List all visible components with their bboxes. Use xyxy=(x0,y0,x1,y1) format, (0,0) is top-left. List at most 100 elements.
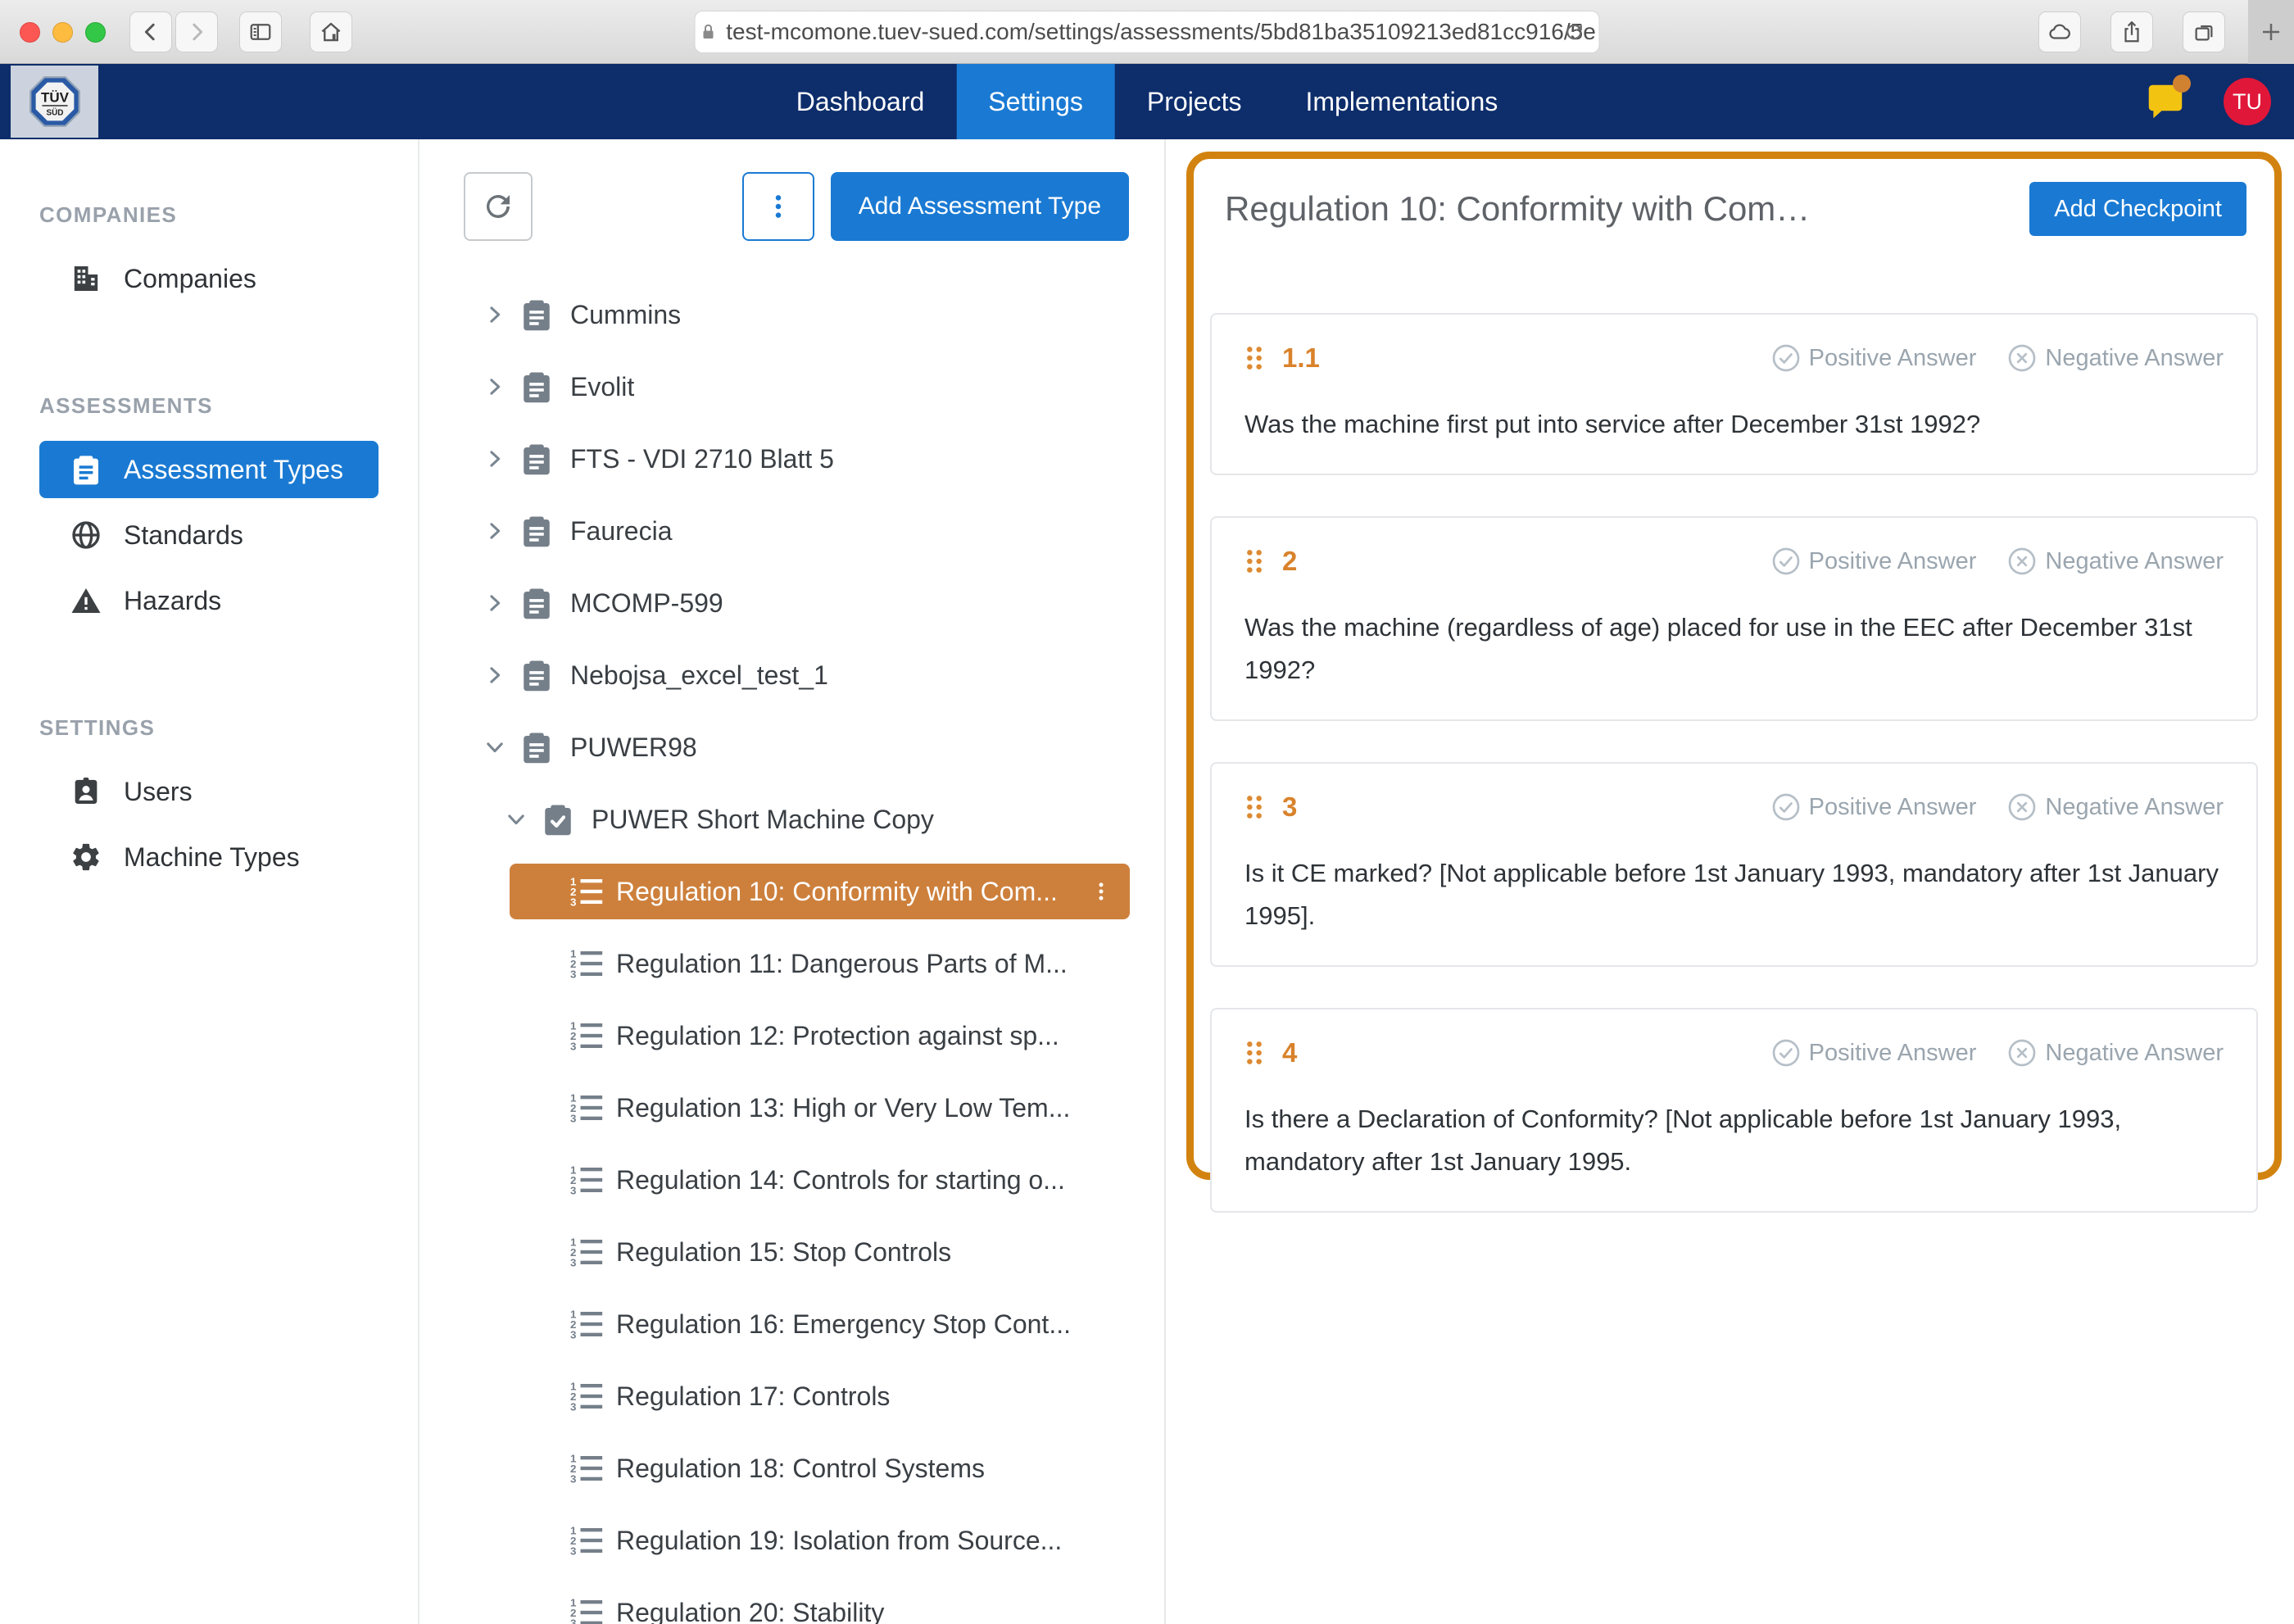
checkpoint-panel: Regulation 10: Conformity with Com… Add … xyxy=(1166,139,2294,1624)
nav-settings[interactable]: Settings xyxy=(956,64,1115,139)
section-title-settings: SETTINGS xyxy=(39,715,418,741)
positive-answer-badge[interactable]: Positive Answer xyxy=(1771,1038,1977,1068)
tree-item-cummins[interactable]: Cummins xyxy=(419,279,1164,351)
check-circle-icon xyxy=(1771,1038,1801,1068)
sidebar-item-label: Assessment Types xyxy=(124,455,343,485)
app-header: TÜV SÜD Dashboard Settings Projects Impl… xyxy=(0,64,2294,139)
sidebar-item-standards[interactable]: Standards xyxy=(39,506,379,564)
positive-answer-badge[interactable]: Positive Answer xyxy=(1771,547,1977,576)
new-tab-button[interactable] xyxy=(2248,0,2294,64)
tree-item-evolit[interactable]: Evolit xyxy=(419,351,1164,423)
drag-handle-icon[interactable] xyxy=(1244,547,1264,575)
numbered-list-icon xyxy=(570,947,603,980)
tree-item-regulation-18[interactable]: Regulation 18: Control Systems xyxy=(419,1432,1164,1504)
forward-button[interactable] xyxy=(175,11,218,52)
refresh-button[interactable] xyxy=(464,172,533,241)
drag-handle-icon[interactable] xyxy=(1244,1039,1264,1067)
negative-answer-badge[interactable]: Negative Answer xyxy=(2007,792,2224,822)
chevron-right-icon[interactable] xyxy=(483,592,506,615)
kebab-icon[interactable] xyxy=(1090,878,1112,905)
tree-item-regulation-11[interactable]: Regulation 11: Dangerous Parts of M... xyxy=(419,928,1164,1000)
tree-item-regulation-13[interactable]: Regulation 13: High or Very Low Tem... xyxy=(419,1072,1164,1144)
tree-item-regulation-10-selected[interactable]: Regulation 10: Conformity with Com... xyxy=(510,864,1130,919)
tree-item-regulation-14[interactable]: Regulation 14: Controls for starting o..… xyxy=(419,1144,1164,1216)
drag-handle-icon[interactable] xyxy=(1244,344,1264,372)
zoom-window-button[interactable] xyxy=(85,22,106,43)
tree-menu-button[interactable] xyxy=(742,172,814,241)
checkpoint-number: 4 xyxy=(1282,1037,1297,1068)
chevron-down-icon[interactable] xyxy=(483,736,506,759)
header-actions: TU xyxy=(2143,64,2271,139)
tuv-sud-logo[interactable]: TÜV SÜD xyxy=(11,66,98,138)
negative-answer-badge[interactable]: Negative Answer xyxy=(2007,343,2224,373)
clipboard-icon xyxy=(519,514,554,548)
tree-item-faurecia[interactable]: Faurecia xyxy=(419,495,1164,567)
user-avatar[interactable]: TU xyxy=(2224,78,2271,125)
browser-chrome: test-mcomone.tuev-sued.com/settings/asse… xyxy=(0,0,2294,64)
chevron-right-icon[interactable] xyxy=(483,664,506,687)
negative-answer-badge[interactable]: Negative Answer xyxy=(2007,1038,2224,1068)
sidebar-item-machine-types[interactable]: Machine Types xyxy=(39,828,379,886)
sidebar-toggle-button[interactable] xyxy=(239,11,282,52)
chevron-right-icon[interactable] xyxy=(483,447,506,470)
tree-item-regulation-15[interactable]: Regulation 15: Stop Controls xyxy=(419,1216,1164,1288)
tree-item-regulation-20[interactable]: Regulation 20: Stability xyxy=(419,1576,1164,1624)
x-circle-icon xyxy=(2007,1038,2037,1068)
clipboard-icon xyxy=(519,297,554,332)
nav-implementations[interactable]: Implementations xyxy=(1273,64,1530,139)
sidebar-item-companies[interactable]: Companies xyxy=(39,250,379,307)
sidebar-item-hazards[interactable]: Hazards xyxy=(39,572,379,629)
notifications-button[interactable] xyxy=(2143,79,2187,124)
regulation-detail-container: Regulation 10: Conformity with Com… Add … xyxy=(1186,152,2282,1180)
checkpoint-number: 2 xyxy=(1282,546,1297,577)
chevron-right-icon[interactable] xyxy=(483,375,506,398)
assessment-tree-panel: Add Assessment Type Cummins Evolit FTS -… xyxy=(419,139,1166,1624)
x-circle-icon xyxy=(2007,547,2037,576)
tree-item-fts-vdi[interactable]: FTS - VDI 2710 Blatt 5 xyxy=(419,423,1164,495)
sidebar: COMPANIES Companies ASSESSMENTS Assessme… xyxy=(0,139,419,1624)
checkpoint-question: Was the machine (regardless of age) plac… xyxy=(1244,606,2224,692)
tree-row: Regulation 10: Conformity with Com... xyxy=(419,855,1164,928)
add-assessment-type-button[interactable]: Add Assessment Type xyxy=(831,172,1129,241)
user-badge-icon xyxy=(70,775,102,808)
nav-dashboard[interactable]: Dashboard xyxy=(764,64,957,139)
sidebar-item-label: Machine Types xyxy=(124,842,300,873)
nav-projects[interactable]: Projects xyxy=(1115,64,1274,139)
tab-overview-button[interactable] xyxy=(2183,11,2225,52)
clipboard-check-icon xyxy=(541,802,575,837)
icloud-tabs-button[interactable] xyxy=(2038,11,2081,52)
tree-item-regulation-16[interactable]: Regulation 16: Emergency Stop Cont... xyxy=(419,1288,1164,1360)
address-bar[interactable]: test-mcomone.tuev-sued.com/settings/asse… xyxy=(695,11,1600,53)
tree-item-mcomp-599[interactable]: MCOMP-599 xyxy=(419,567,1164,639)
add-checkpoint-button[interactable]: Add Checkpoint xyxy=(2029,182,2246,236)
chevron-right-icon[interactable] xyxy=(483,303,506,326)
checkpoint-card-2: 2 Positive Answer Negative Answer xyxy=(1210,516,2258,721)
tree-item-puwer-short-machine-copy[interactable]: PUWER Short Machine Copy xyxy=(419,783,1164,855)
assessment-tree: Cummins Evolit FTS - VDI 2710 Blatt 5 Fa… xyxy=(419,279,1164,1624)
checkpoint-card-1: 1.1 Positive Answer Negative Answer xyxy=(1210,313,2258,475)
positive-answer-badge[interactable]: Positive Answer xyxy=(1771,343,1977,373)
sidebar-item-assessment-types[interactable]: Assessment Types xyxy=(39,441,379,498)
refresh-icon xyxy=(481,189,515,224)
positive-answer-badge[interactable]: Positive Answer xyxy=(1771,792,1977,822)
warning-icon xyxy=(70,584,102,617)
reload-icon[interactable] xyxy=(1563,20,1586,43)
tree-item-nebojsa-excel-test[interactable]: Nebojsa_excel_test_1 xyxy=(419,639,1164,711)
share-button[interactable] xyxy=(2110,11,2153,52)
page-title: Regulation 10: Conformity with Com… xyxy=(1225,189,1810,229)
clipboard-icon xyxy=(519,586,554,620)
chevron-right-icon[interactable] xyxy=(483,519,506,542)
x-circle-icon xyxy=(2007,343,2037,373)
back-button[interactable] xyxy=(129,11,172,52)
tree-item-regulation-19[interactable]: Regulation 19: Isolation from Source... xyxy=(419,1504,1164,1576)
sidebar-item-users[interactable]: Users xyxy=(39,763,379,820)
chevron-down-icon[interactable] xyxy=(505,808,528,831)
minimize-window-button[interactable] xyxy=(52,22,73,43)
drag-handle-icon[interactable] xyxy=(1244,793,1264,821)
tree-item-regulation-17[interactable]: Regulation 17: Controls xyxy=(419,1360,1164,1432)
close-window-button[interactable] xyxy=(20,22,40,43)
negative-answer-badge[interactable]: Negative Answer xyxy=(2007,547,2224,576)
tree-item-regulation-12[interactable]: Regulation 12: Protection against sp... xyxy=(419,1000,1164,1072)
tree-item-puwer98[interactable]: PUWER98 xyxy=(419,711,1164,783)
home-button[interactable] xyxy=(310,11,352,52)
